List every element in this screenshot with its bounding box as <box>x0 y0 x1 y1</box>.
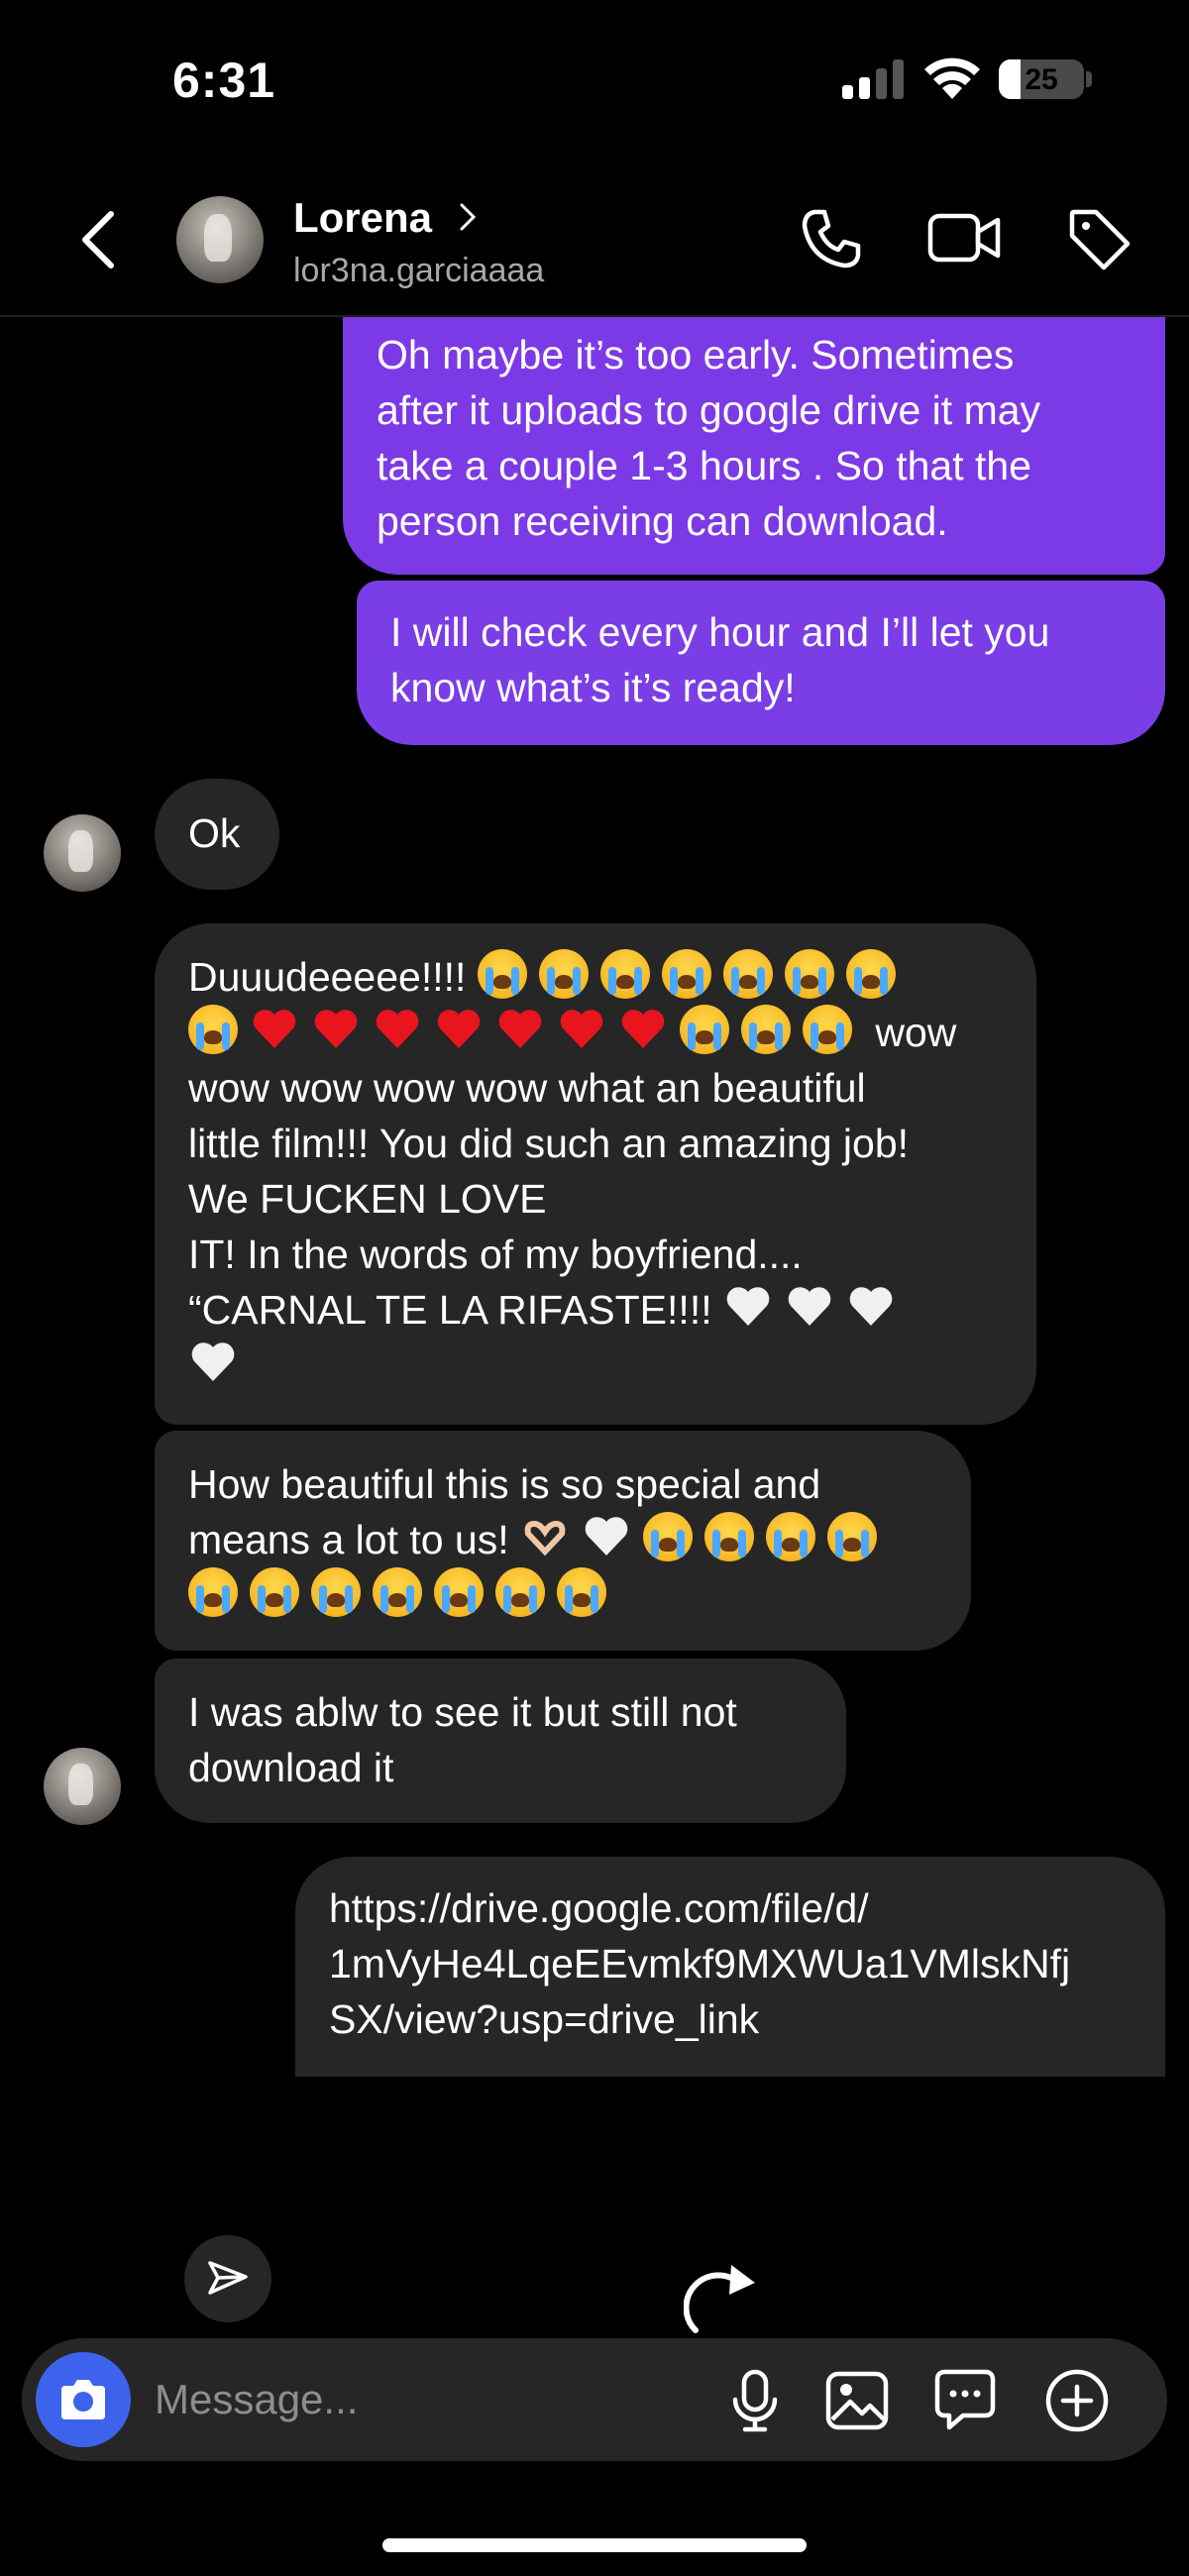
message-received[interactable]: I was ablw to see it but still not downl… <box>155 1659 846 1823</box>
chevron-right-icon[interactable] <box>458 202 478 232</box>
loudly-crying-emoji <box>741 1005 791 1054</box>
video-camera-icon[interactable] <box>927 208 1001 268</box>
back-icon[interactable] <box>75 208 125 271</box>
battery-percent: 25 <box>1025 63 1058 96</box>
red-heart-emoji <box>311 1005 361 1054</box>
camera-icon <box>61 2380 105 2419</box>
red-heart-emoji <box>434 1005 484 1054</box>
phone-icon[interactable] <box>799 206 864 271</box>
battery-icon: 25 <box>999 59 1084 99</box>
loudly-crying-emoji <box>661 949 711 999</box>
message-text: Oh maybe it’s too early. Sometimes after… <box>377 332 1041 544</box>
send-icon <box>208 2261 248 2295</box>
contact-avatar[interactable] <box>176 196 264 283</box>
message-text: Ok <box>188 810 241 856</box>
sender-avatar[interactable] <box>44 1748 121 1825</box>
white-heart-emoji <box>846 1282 896 1332</box>
loudly-crying-emoji <box>557 1567 606 1617</box>
message-text: I will check every hour and I’ll let you… <box>390 609 1050 710</box>
message-received[interactable]: Ok <box>155 779 279 890</box>
forward-arrow-icon[interactable] <box>684 2255 773 2334</box>
loudly-crying-emoji <box>643 1512 694 1561</box>
tag-icon[interactable] <box>1066 206 1132 271</box>
contact-name[interactable]: Lorena <box>293 194 432 242</box>
loudly-crying-emoji <box>704 1512 755 1561</box>
sender-avatar[interactable] <box>44 814 121 892</box>
message-input[interactable] <box>155 2368 670 2431</box>
loudly-crying-emoji <box>373 1567 422 1617</box>
message-text: How beautiful this is so special and <box>188 1461 821 1507</box>
loudly-crying-emoji <box>722 949 773 999</box>
message-text: wow <box>864 1010 957 1055</box>
red-heart-emoji <box>618 1005 668 1054</box>
loudly-crying-emoji <box>766 1512 816 1561</box>
loudly-crying-emoji <box>311 1567 361 1617</box>
red-heart-emoji <box>373 1005 422 1054</box>
loudly-crying-emoji <box>680 1005 729 1054</box>
red-heart-emoji <box>557 1005 606 1054</box>
loudly-crying-emoji <box>599 949 650 999</box>
gallery-icon[interactable] <box>824 2370 890 2431</box>
wifi-icon <box>924 57 980 99</box>
loudly-crying-emoji <box>188 1005 238 1054</box>
white-heart-emoji <box>582 1512 631 1561</box>
white-heart-emoji <box>723 1282 773 1332</box>
microphone-icon[interactable] <box>723 2368 787 2433</box>
message-text: I was ablw to see it but still not downl… <box>188 1689 737 1790</box>
red-heart-emoji <box>495 1005 545 1054</box>
status-bar: 6:31 25 <box>0 0 1189 159</box>
message-text: Duuudeeeee!!!! <box>188 954 478 1000</box>
message-sent[interactable]: I will check every hour and I’ll let you… <box>357 581 1165 745</box>
link-text[interactable]: https://drive.google.com/file/d/ 1mVyHe4… <box>329 1885 1070 2042</box>
heart-hands-emoji <box>520 1512 570 1561</box>
loudly-crying-emoji <box>495 1567 545 1617</box>
loudly-crying-emoji <box>845 949 896 999</box>
loudly-crying-emoji <box>188 1567 238 1617</box>
red-heart-emoji <box>250 1005 299 1054</box>
home-indicator[interactable] <box>382 2538 807 2552</box>
chat-header: Lorena lor3na.garciaaaa <box>0 159 1189 317</box>
signal-icon <box>842 59 904 99</box>
plus-icon[interactable] <box>1044 2368 1110 2433</box>
loudly-crying-emoji <box>538 949 589 999</box>
loudly-crying-emoji <box>803 1005 852 1054</box>
battery-cap <box>1086 71 1092 87</box>
sticker-icon[interactable] <box>933 2368 997 2431</box>
share-button[interactable] <box>184 2235 271 2322</box>
loudly-crying-emoji <box>477 949 527 999</box>
loudly-crying-emoji <box>784 949 834 999</box>
loudly-crying-emoji <box>827 1512 878 1561</box>
message-text: means a lot to us! <box>188 1517 521 1562</box>
camera-button[interactable] <box>36 2352 131 2447</box>
status-time: 6:31 <box>172 53 276 108</box>
loudly-crying-emoji <box>250 1567 299 1617</box>
white-heart-emoji <box>785 1282 834 1332</box>
message-composer <box>22 2338 1167 2461</box>
message-sent-link[interactable]: https://drive.google.com/file/d/ 1mVyHe4… <box>295 1857 1165 2077</box>
message-received[interactable]: How beautiful this is so special and mean… <box>155 1431 971 1651</box>
contact-handle[interactable]: lor3na.garciaaaa <box>293 252 544 290</box>
message-received[interactable]: Duuudeeeee!!!! wow wow wow wow wow what a… <box>155 923 1036 1425</box>
message-sent[interactable]: Oh maybe it’s too early. Sometimes after… <box>343 317 1165 575</box>
white-heart-emoji <box>188 1338 238 1387</box>
loudly-crying-emoji <box>434 1567 484 1617</box>
